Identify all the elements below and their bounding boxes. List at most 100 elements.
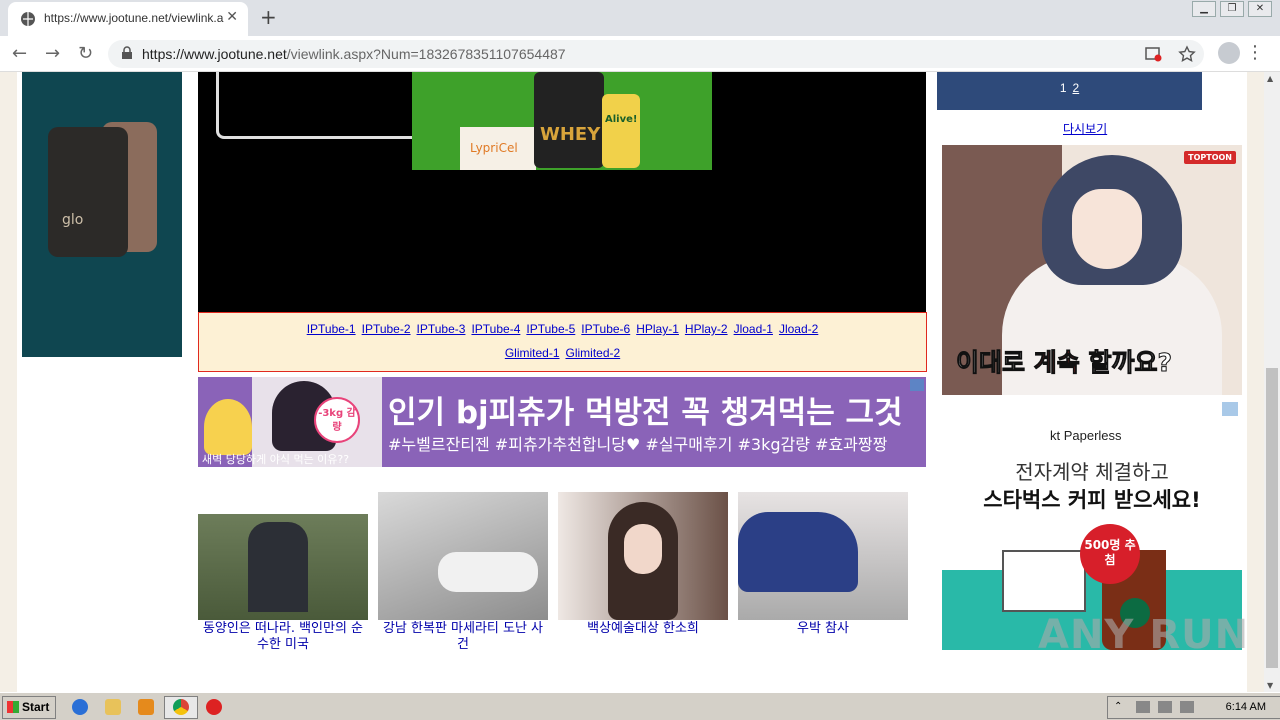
stream-link[interactable]: IPTube-6: [581, 322, 630, 336]
document-icon: [1002, 550, 1086, 612]
stream-link[interactable]: Glimited-1: [505, 346, 560, 360]
scroll-thumb[interactable]: [1266, 368, 1278, 668]
left-side-ad[interactable]: glo: [22, 72, 182, 357]
chrome-taskbar-button[interactable]: [164, 696, 198, 719]
webtoon-ad[interactable]: TOPTOON 이대로 계속 할까요?: [942, 145, 1242, 395]
news-caption[interactable]: 우박 참사: [738, 621, 908, 637]
omnibox-actions: [1132, 45, 1196, 63]
scroll-up-icon[interactable]: ▲: [1267, 74, 1273, 83]
scroll-down-icon[interactable]: ▼: [1267, 681, 1273, 690]
slogan-part: 할까요?: [1079, 348, 1173, 378]
ad-choices-icon[interactable]: [910, 379, 924, 391]
weight-badge: -3kg 감량: [314, 397, 360, 443]
news-thumbnail[interactable]: [558, 492, 728, 620]
stream-link[interactable]: Glimited-2: [566, 346, 621, 360]
alive-bottle: Alive!: [602, 94, 640, 168]
character-face: [1072, 189, 1142, 269]
news-item[interactable]: 백상예술대상 한소희: [558, 492, 728, 637]
slogan-part: 이대로: [956, 348, 1034, 378]
folder-icon[interactable]: [105, 699, 121, 715]
close-window-button[interactable]: ✕: [1248, 1, 1272, 17]
back-icon[interactable]: ←: [12, 43, 27, 64]
window-controls: ▁ ❐ ✕: [1188, 0, 1272, 17]
tray-expand-icon[interactable]: ⌃: [1114, 701, 1128, 713]
stop-icon[interactable]: [206, 699, 222, 715]
profile-avatar-icon[interactable]: [1218, 42, 1240, 64]
stream-links-box: IPTube-1 IPTube-2 IPTube-3 IPTube-4 IPTube-5…: [198, 312, 927, 372]
kt-headline-1: 전자계약 체결하고: [1015, 460, 1169, 484]
new-tab-button[interactable]: +: [260, 5, 277, 29]
news-thumbnail[interactable]: [198, 492, 368, 620]
ad-choices-icon[interactable]: [1222, 402, 1238, 416]
stream-link[interactable]: IPTube-3: [417, 322, 466, 336]
browser-toolbar: ← → ↻ https://www.jootune.net/viewlink.a…: [0, 36, 1280, 72]
volume-icon[interactable]: [1136, 701, 1150, 713]
news-caption[interactable]: 백상예술대상 한소희: [558, 621, 728, 637]
chrome-icon: [173, 699, 189, 715]
url-text: https://www.jootune.net/viewlink.aspx?Nu…: [142, 46, 566, 62]
menu-dots-icon[interactable]: ⋮: [1246, 42, 1264, 63]
minimize-button[interactable]: ▁: [1192, 1, 1216, 17]
bookmark-star-icon[interactable]: [1178, 45, 1196, 63]
mascot-image: [204, 399, 252, 455]
windows-flag-icon: [7, 701, 19, 713]
pagination: 12: [937, 72, 1202, 110]
kt-brand: kt Paperless: [1050, 428, 1122, 443]
close-tab-icon[interactable]: ✕: [226, 9, 238, 25]
clock[interactable]: 6:14 AM: [1226, 701, 1266, 713]
stream-links-row-1: IPTube-1 IPTube-2 IPTube-3 IPTube-4 IPTube-5…: [199, 322, 926, 336]
stream-links-row-2: Glimited-1 Glimited-2: [199, 346, 926, 360]
promo-headline: 인기 bj피츄가 먹방전 꼭 챙겨먹는 그것: [388, 395, 903, 431]
video-player[interactable]: LypriCel WHEY Alive!: [198, 72, 926, 312]
stream-link[interactable]: HPlay-2: [685, 322, 728, 336]
address-bar[interactable]: https://www.jootune.net/viewlink.aspx?Nu…: [108, 40, 1204, 68]
stream-link[interactable]: IPTube-4: [471, 322, 520, 336]
stream-link[interactable]: IPTube-5: [526, 322, 575, 336]
url-host: https://www.jootune.net: [142, 46, 287, 62]
internet-explorer-icon[interactable]: [72, 699, 88, 715]
page-scrollbar[interactable]: ▲ ▼: [1264, 72, 1280, 692]
promo-banner[interactable]: -3kg 감량 새벽 당당하게 야식 먹는 이유?? 인기 bj피츄가 먹방전 …: [198, 377, 926, 467]
raffle-badge: 500명 추첨: [1080, 524, 1140, 584]
webtoon-slogan: 이대로 계속 할까요?: [956, 343, 1173, 379]
reload-icon[interactable]: ↻: [78, 43, 93, 64]
news-item[interactable]: 동양인은 떠나라. 백인만의 순수한 미국: [198, 492, 368, 653]
start-button[interactable]: Start: [2, 696, 56, 719]
anyrun-watermark: ANY RUN: [1038, 612, 1250, 658]
flag-icon[interactable]: [1180, 701, 1194, 713]
browser-tab[interactable]: https://www.jootune.net/viewlink.a ✕: [8, 2, 248, 36]
news-thumbnail[interactable]: [378, 492, 548, 620]
stream-link[interactable]: Jload-1: [734, 322, 773, 336]
news-thumbnail[interactable]: [738, 492, 908, 620]
toptoon-logo: TOPTOON: [1184, 151, 1236, 164]
news-item[interactable]: 우박 참사: [738, 492, 908, 637]
slogan-highlight: 계속: [1033, 348, 1080, 378]
forward-icon[interactable]: →: [45, 43, 60, 64]
media-player-icon[interactable]: [138, 699, 154, 715]
popup-blocked-icon[interactable]: [1144, 45, 1162, 63]
news-caption[interactable]: 강남 한복판 마세라티 도난 사건: [378, 621, 548, 653]
windows-taskbar: Start ⌃ 6:14 AM: [0, 692, 1280, 720]
lypricel-box: LypriCel: [460, 127, 536, 170]
stream-link[interactable]: IPTube-1: [307, 322, 356, 336]
maximize-button[interactable]: ❐: [1220, 1, 1244, 17]
tab-strip: https://www.jootune.net/viewlink.a ✕ + ▁…: [0, 0, 1280, 36]
video-frame: [216, 72, 422, 139]
network-icon[interactable]: [1158, 701, 1172, 713]
kt-headline-2: 스타벅스 커피 받으세요!: [983, 488, 1201, 512]
page-link-2[interactable]: 2: [1073, 81, 1080, 95]
stream-link[interactable]: Jload-2: [779, 322, 818, 336]
news-caption[interactable]: 동양인은 떠나라. 백인만의 순수한 미국: [198, 621, 368, 653]
promo-tags: #누벨르잔티젠 #피츄가추천합니당♥ #실구매후기 #3kg감량 #효과짱짱: [388, 435, 888, 454]
globe-icon: [21, 12, 35, 26]
url-path: /viewlink.aspx?Num=1832678351107654487: [286, 46, 566, 62]
stream-link[interactable]: IPTube-2: [362, 322, 411, 336]
supplement-ad-banner[interactable]: LypriCel WHEY Alive!: [412, 72, 712, 170]
alive-label: Alive!: [605, 114, 638, 125]
system-tray: ⌃ 6:14 AM: [1107, 696, 1280, 719]
stream-link[interactable]: HPlay-1: [636, 322, 679, 336]
page-current: 1: [1059, 81, 1067, 95]
news-item[interactable]: 강남 한복판 마세라티 도난 사건: [378, 492, 548, 653]
ad-brand: glo: [62, 212, 84, 228]
rewatch-link[interactable]: 다시보기: [1063, 120, 1107, 137]
